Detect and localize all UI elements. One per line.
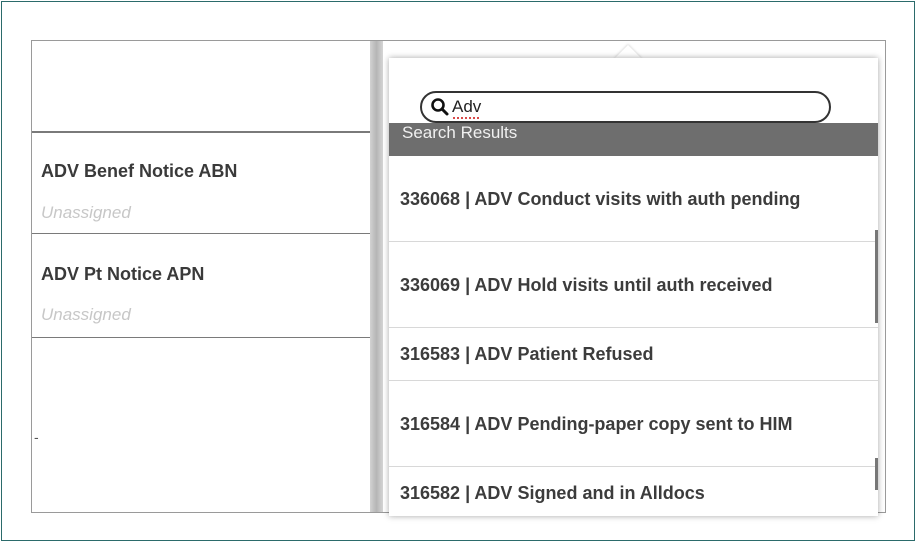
- left-marker: -: [34, 429, 39, 445]
- result-label: 316583 | ADV Patient Refused: [400, 344, 654, 364]
- field-value: Unassigned: [41, 305, 131, 324]
- left-pane: ADV Benef Notice ABN Unassigned ADV Pt N…: [32, 41, 372, 512]
- result-label: 336068 | ADV Conduct visits with auth pe…: [400, 188, 801, 209]
- scrollbar-lower[interactable]: [875, 458, 878, 490]
- result-item[interactable]: 316583 | ADV Patient Refused: [389, 328, 878, 381]
- search-field[interactable]: [420, 91, 831, 123]
- result-item[interactable]: 316582 | ADV Signed and in Alldocs: [389, 467, 878, 516]
- search-input[interactable]: [452, 96, 812, 118]
- outer-frame: ADV Benef Notice ABN Unassigned ADV Pt N…: [1, 1, 915, 541]
- empty-field-row: [32, 41, 372, 132]
- results-header: Search Results: [389, 123, 878, 156]
- result-item[interactable]: 336069 | ADV Hold visits until auth rece…: [389, 242, 878, 328]
- result-label: 316582 | ADV Signed and in Alldocs: [400, 483, 705, 503]
- popover-arrow: [614, 45, 642, 59]
- result-label: 336069 | ADV Hold visits until auth rece…: [400, 274, 773, 295]
- spellcheck-underline: [453, 117, 479, 119]
- search-popover: Search Results 336068 | ADV Conduct visi…: [389, 58, 878, 516]
- scrollbar[interactable]: [875, 230, 878, 323]
- result-item[interactable]: 316584 | ADV Pending-paper copy sent to …: [389, 381, 878, 467]
- field-benef-notice[interactable]: ADV Benef Notice ABN Unassigned: [32, 132, 372, 234]
- field-value: Unassigned: [41, 203, 131, 222]
- results-list: 336068 | ADV Conduct visits with auth pe…: [389, 156, 878, 516]
- result-item[interactable]: 336068 | ADV Conduct visits with auth pe…: [389, 156, 878, 242]
- field-title: ADV Benef Notice ABN: [41, 161, 238, 181]
- pane-divider[interactable]: [370, 41, 383, 512]
- field-pt-notice[interactable]: ADV Pt Notice APN Unassigned: [32, 234, 372, 338]
- result-label: 316584 | ADV Pending-paper copy sent to …: [400, 413, 793, 434]
- field-title: ADV Pt Notice APN: [41, 264, 205, 284]
- search-icon: [430, 97, 450, 117]
